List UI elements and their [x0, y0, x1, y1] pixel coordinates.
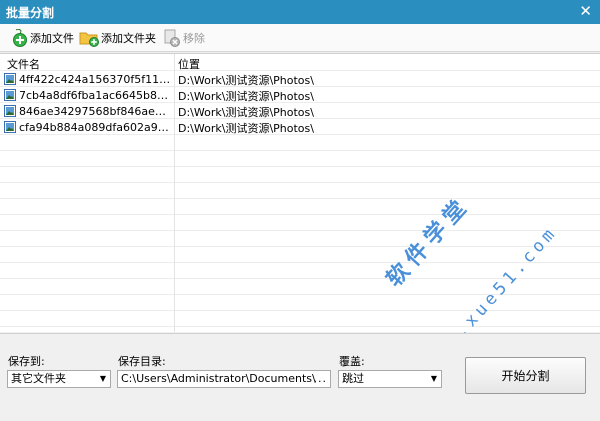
- add-folder-icon: [79, 32, 99, 47]
- list-header: 文件名 位置: [0, 54, 600, 72]
- file-name-cell: 4ff422c424a156370f5f119a1...: [0, 71, 174, 87]
- table-row[interactable]: 4ff422c424a156370f5f119a1... D:\Work\测试资…: [0, 71, 600, 87]
- table-row[interactable]: 846ae34297568bf846ae4f0b... D:\Work\测试资源…: [0, 103, 600, 119]
- start-split-label: 开始分割: [501, 369, 550, 383]
- save-dir-field[interactable]: C:\Users\Administrator\Documents\ ...: [117, 370, 331, 388]
- save-to-select[interactable]: 其它文件夹 ▼: [7, 370, 111, 388]
- add-file-button[interactable]: 添加文件: [12, 28, 74, 48]
- file-name: 846ae34297568bf846ae4f0b...: [19, 104, 171, 118]
- overwrite-label: 覆盖:: [339, 355, 365, 368]
- overwrite-select[interactable]: 跳过 ▼: [338, 370, 442, 388]
- add-file-label: 添加文件: [30, 32, 74, 45]
- column-header-path[interactable]: 位置: [178, 56, 200, 72]
- remove-button[interactable]: 移除: [163, 28, 205, 48]
- add-folder-button[interactable]: 添加文件夹: [79, 28, 156, 48]
- column-header-name[interactable]: 文件名: [7, 56, 40, 72]
- chevron-down-icon: ▼: [99, 374, 106, 383]
- overwrite-value: 跳过: [342, 372, 364, 385]
- save-dir-value: C:\Users\Administrator\Documents\: [121, 372, 316, 385]
- browse-button[interactable]: ...: [314, 371, 328, 387]
- file-path: D:\Work\测试资源\Photos\: [178, 74, 314, 87]
- save-to-label: 保存到:: [8, 355, 45, 368]
- file-name: cfa94b884a089dfa602a97e2e...: [19, 120, 171, 134]
- file-name-cell: cfa94b884a089dfa602a97e2e...: [0, 119, 174, 135]
- file-path: D:\Work\测试资源\Photos\: [178, 122, 314, 135]
- image-file-icon: [4, 73, 16, 85]
- chevron-down-icon: ▼: [430, 374, 437, 383]
- image-file-icon: [4, 89, 16, 101]
- file-list[interactable]: 文件名 位置 4ff422c424a156370f5f119a1... D:\W…: [0, 53, 600, 332]
- remove-icon: [164, 29, 180, 47]
- file-path: D:\Work\测试资源\Photos\: [178, 90, 314, 103]
- save-dir-label: 保存目录:: [118, 355, 166, 368]
- file-path: D:\Work\测试资源\Photos\: [178, 106, 314, 119]
- window-title: 批量分割: [6, 6, 55, 20]
- title-bar: 批量分割 ✕: [0, 0, 600, 24]
- image-file-icon: [4, 105, 16, 117]
- add-file-icon: [13, 29, 27, 47]
- file-name: 7cb4a8df6fba1ac6645b81838...: [19, 88, 171, 102]
- table-row[interactable]: cfa94b884a089dfa602a97e2e... D:\Work\测试资…: [0, 119, 600, 135]
- table-row[interactable]: 7cb4a8df6fba1ac6645b81838... D:\Work\测试资…: [0, 87, 600, 103]
- add-folder-label: 添加文件夹: [101, 32, 156, 45]
- image-file-icon: [4, 121, 16, 133]
- close-icon[interactable]: ✕: [579, 2, 592, 20]
- save-to-value: 其它文件夹: [11, 372, 66, 385]
- file-name-cell: 7cb4a8df6fba1ac6645b81838...: [0, 87, 174, 103]
- start-split-button[interactable]: 开始分割: [465, 357, 586, 394]
- file-name: 4ff422c424a156370f5f119a1...: [19, 72, 171, 86]
- file-name-cell: 846ae34297568bf846ae4f0b...: [0, 103, 174, 119]
- remove-label: 移除: [183, 32, 205, 45]
- toolbar: 添加文件 添加文件夹 移除: [0, 24, 600, 52]
- settings-panel: 保存到: 其它文件夹 ▼ 保存目录: C:\Users\Administrato…: [0, 333, 600, 421]
